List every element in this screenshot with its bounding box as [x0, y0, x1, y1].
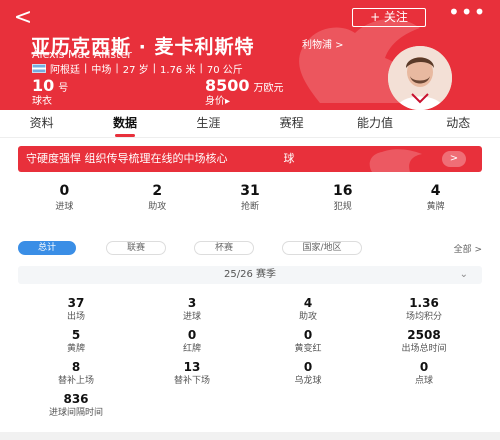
tab-data[interactable]: 数据 — [83, 112, 166, 137]
player-info-line: 阿根廷 | 中场 | 27 岁 | 1.76 米 | 70 公斤 — [32, 61, 243, 76]
banner-arrow-button[interactable]: > — [442, 151, 466, 167]
stat-penalties: 0 点球 — [414, 360, 433, 386]
weight: 70 公斤 — [206, 65, 243, 76]
height: 1.76 米 — [160, 65, 196, 76]
position: 中场 — [91, 65, 112, 76]
stat-yellow-cards: 5 黄牌 — [66, 328, 85, 354]
stat-own-goals: 0 乌龙球 — [294, 360, 322, 386]
season-label: 25/26 赛季 — [224, 269, 276, 280]
stat-minutes-played: 2508 出场总时间 — [401, 328, 447, 354]
club-link[interactable]: 利物浦 > — [302, 36, 344, 51]
tab-news[interactable]: 动态 — [417, 112, 500, 137]
back-button[interactable]: < — [10, 6, 36, 30]
market-value-label[interactable]: 身价▸ — [205, 92, 230, 107]
banner-text: 守硬度强悍 组织传导梳理在线的中场核心球 — [26, 152, 295, 165]
separator: | — [115, 63, 119, 74]
stats-row: 37 出场 3 进球 4 助攻 1.36 场均积分 — [18, 296, 482, 328]
stat-sub-on: 8 替补上场 — [57, 360, 94, 386]
stat-second-yellow: 0 黄变红 — [294, 328, 322, 354]
player-summary-banner[interactable]: 守硬度强悍 组织传导梳理在线的中场核心球 > — [18, 146, 482, 172]
tab-profile[interactable]: 资料 — [0, 112, 83, 137]
summary-fouls: 16 犯规 — [333, 183, 353, 212]
filter-league[interactable]: 联赛 — [106, 241, 166, 255]
stat-goals: 3 进球 — [182, 296, 201, 322]
follow-button[interactable]: + 关注 — [352, 8, 426, 27]
stat-avg-points: 1.36 场均积分 — [405, 296, 442, 322]
player-photo — [388, 46, 452, 110]
summary-stats: 0 进球 2 助攻 31 抢断 16 犯规 4 黄牌 — [18, 182, 482, 222]
summary-yellow-cards: 4 黄牌 — [426, 183, 445, 212]
stat-sub-off: 13 替补下场 — [173, 360, 210, 386]
nationality: 阿根廷 — [50, 65, 80, 76]
stat-goal-interval: 836 进球间隔时间 — [48, 392, 103, 418]
shirt-number-label: 球衣 — [32, 96, 52, 107]
competition-filters: 总计 联赛 杯赛 国家/地区 全部 > — [18, 241, 482, 257]
tab-career[interactable]: 生涯 — [167, 112, 250, 137]
filter-all-link[interactable]: 全部 > — [454, 242, 482, 255]
separator: | — [152, 63, 157, 74]
market-value-unit: 万欧元 — [253, 83, 284, 94]
filter-total[interactable]: 总计 — [18, 241, 76, 255]
season-stats-grid: 37 出场 3 进球 4 助攻 1.36 场均积分 5 黄牌 0 红牌 0 黄变红 2508 出… — [18, 296, 482, 424]
bottom-divider — [0, 432, 500, 440]
stats-row: 836 进球间隔时间 — [18, 392, 482, 424]
chevron-down-icon: ⌄ — [459, 269, 468, 280]
tab-ability[interactable]: 能力值 — [333, 112, 416, 137]
tab-bar: 资料 数据 生涯 赛程 能力值 动态 — [0, 112, 500, 138]
summary-goals: 0 进球 — [55, 183, 74, 212]
stat-red-cards: 0 红牌 — [182, 328, 201, 354]
stats-row: 8 替补上场 13 替补下场 0 乌龙球 0 点球 — [18, 360, 482, 392]
season-selector[interactable]: 25/26 赛季 ⌄ — [18, 266, 482, 284]
separator: | — [84, 63, 88, 74]
argentina-flag-icon — [32, 64, 46, 73]
stat-assists: 4 助攻 — [298, 296, 317, 322]
separator: | — [199, 63, 203, 74]
summary-tackles: 31 抢断 — [240, 183, 260, 212]
summary-assists: 2 助攻 — [148, 183, 167, 212]
stat-appearances: 37 出场 — [66, 296, 85, 322]
liverbird-banner-icon — [369, 149, 422, 172]
filter-cup[interactable]: 杯赛 — [194, 241, 254, 255]
player-name-en: Alexis Mac Allister — [32, 48, 132, 61]
tab-schedule[interactable]: 赛程 — [250, 112, 333, 137]
age: 27 岁 — [122, 65, 149, 76]
shirt-number-unit: 号 — [58, 83, 69, 94]
filter-national[interactable]: 国家/地区 — [282, 241, 362, 255]
player-avatar — [388, 46, 452, 110]
player-header: < + 关注 ••• 亚历克西斯 · 麦卡利斯特 Alexis Mac Alli… — [0, 0, 500, 110]
more-options-icon[interactable]: ••• — [448, 2, 485, 26]
stats-row: 5 黄牌 0 红牌 0 黄变红 2508 出场总时间 — [18, 328, 482, 360]
